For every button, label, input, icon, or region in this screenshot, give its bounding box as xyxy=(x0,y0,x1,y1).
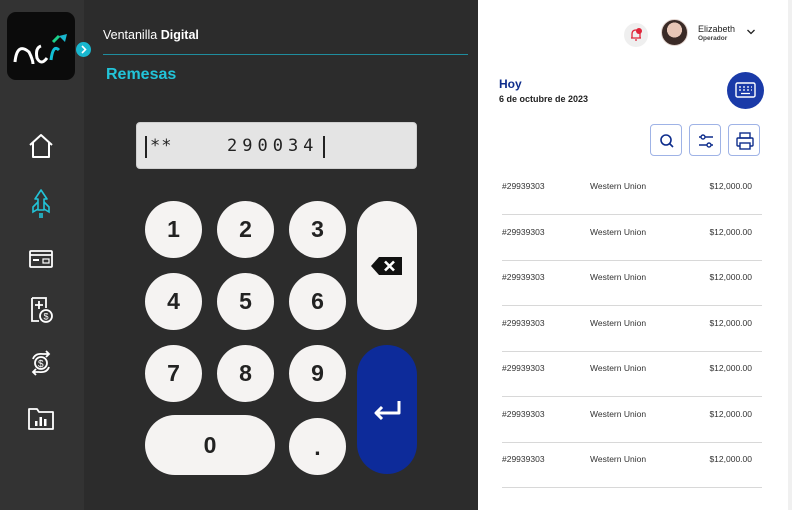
svg-text:$: $ xyxy=(38,359,44,370)
amount-display-input[interactable]: ** 290034 xyxy=(136,122,417,169)
list-title: Hoy xyxy=(499,77,522,91)
key-5[interactable]: 5 xyxy=(217,273,274,330)
display-mask: ** xyxy=(150,136,173,156)
add-payment-document-icon: $ xyxy=(31,297,53,323)
rocket-icon xyxy=(32,189,50,218)
search-icon xyxy=(660,134,674,148)
logo xyxy=(7,12,75,80)
row-id: #29939303 xyxy=(502,181,545,191)
user-role: Operador xyxy=(698,35,728,42)
text-cursor-end xyxy=(323,136,325,158)
notifications-button[interactable] xyxy=(624,23,648,47)
print-icon xyxy=(736,132,754,150)
transactions-panel: Elizabeth Operador Hoy 6 de octubre de 2… xyxy=(478,0,792,510)
list-item[interactable]: #29939303 Western Union $12,000.00 xyxy=(502,215,762,261)
row-amount: $12,000.00 xyxy=(709,363,752,373)
row-id: #29939303 xyxy=(502,454,545,464)
chevron-down-icon[interactable] xyxy=(746,28,756,36)
row-provider: Western Union xyxy=(590,272,647,282)
row-provider: Western Union xyxy=(590,317,647,328)
brand-title: Ventanilla Digital xyxy=(103,28,199,42)
key-9[interactable]: 9 xyxy=(289,345,346,402)
sidebar-item-exchange[interactable]: $ xyxy=(25,347,57,379)
home-icon xyxy=(29,134,53,158)
display-value: 290034 xyxy=(227,136,319,156)
row-amount: $12,000.00 xyxy=(709,226,752,237)
bell-icon xyxy=(631,29,641,41)
print-button[interactable] xyxy=(728,124,760,156)
row-id: #29939303 xyxy=(502,272,545,282)
row-provider: Western Union xyxy=(590,226,647,237)
row-provider: Western Union xyxy=(590,454,647,464)
payment-card-icon xyxy=(29,250,53,268)
scrollbar-track[interactable] xyxy=(788,0,792,510)
row-id: #29939303 xyxy=(502,408,545,419)
avatar[interactable] xyxy=(661,19,688,46)
keyboard-icon xyxy=(735,82,756,98)
key-2[interactable]: 2 xyxy=(217,201,274,258)
row-id: #29939303 xyxy=(502,363,545,373)
enter-icon xyxy=(374,400,401,420)
list-item[interactable]: #29939303 Western Union $12,000.00 xyxy=(502,260,762,306)
key-1[interactable]: 1 xyxy=(145,201,202,258)
sidebar: $ $ xyxy=(0,0,91,510)
list-item[interactable]: #29939303 Western Union $12,000.00 xyxy=(502,397,762,443)
row-provider: Western Union xyxy=(590,363,647,373)
key-0[interactable]: 0 xyxy=(145,415,275,475)
sidebar-item-reports[interactable] xyxy=(25,402,57,434)
expand-sidebar-button[interactable] xyxy=(76,42,91,57)
text-cursor xyxy=(145,136,147,158)
row-amount: $12,000.00 xyxy=(709,317,752,328)
key-7[interactable]: 7 xyxy=(145,345,202,402)
app-root: $ $ Ventanilla Digital Remesas ** 290034… xyxy=(0,0,792,510)
row-provider: Western Union xyxy=(590,181,647,191)
keyboard-button[interactable] xyxy=(727,72,764,109)
sidebar-item-deposits[interactable]: $ xyxy=(25,294,57,326)
reports-folder-icon xyxy=(28,408,54,430)
list-item[interactable]: #29939303 Western Union $12,000.00 xyxy=(502,442,762,488)
divider xyxy=(103,54,468,55)
row-amount: $12,000.00 xyxy=(709,272,752,282)
key-4[interactable]: 4 xyxy=(145,273,202,330)
section-title: Remesas xyxy=(106,66,177,83)
key-decimal[interactable]: . xyxy=(289,418,346,475)
backspace-button[interactable] xyxy=(357,201,417,330)
backspace-icon xyxy=(371,256,402,275)
sidebar-item-payments[interactable] xyxy=(25,243,57,275)
svg-text:$: $ xyxy=(44,312,49,322)
list-date: 6 de octubre de 2023 xyxy=(499,94,589,104)
keypad-panel: Ventanilla Digital Remesas ** 290034 1 2… xyxy=(84,0,478,510)
notification-dot xyxy=(636,28,642,34)
list-item[interactable]: #29939303 Western Union $12,000.00 xyxy=(502,169,762,215)
sidebar-item-remesas[interactable] xyxy=(25,188,57,220)
sidebar-item-home[interactable] xyxy=(25,130,57,162)
row-amount: $12,000.00 xyxy=(709,454,752,464)
row-amount: $12,000.00 xyxy=(709,408,752,419)
search-button[interactable] xyxy=(650,124,682,156)
row-id: #29939303 xyxy=(502,317,545,328)
key-3[interactable]: 3 xyxy=(289,201,346,258)
row-provider: Western Union xyxy=(590,408,647,419)
key-6[interactable]: 6 xyxy=(289,273,346,330)
brand-light-text: Ventanilla xyxy=(103,28,161,42)
brand-bold-text: Digital xyxy=(160,28,199,42)
cash-exchange-icon: $ xyxy=(31,350,51,376)
row-amount: $12,000.00 xyxy=(709,181,752,191)
user-name: Elizabeth xyxy=(698,24,736,34)
list-item[interactable]: #29939303 Western Union $12,000.00 xyxy=(502,306,762,352)
row-id: #29939303 xyxy=(502,226,545,237)
filter-icon xyxy=(699,134,713,148)
enter-button[interactable] xyxy=(357,345,417,474)
chevron-right-icon xyxy=(81,45,87,54)
filter-button[interactable] xyxy=(689,124,721,156)
list-item[interactable]: #29939303 Western Union $12,000.00 xyxy=(502,351,762,397)
key-8[interactable]: 8 xyxy=(217,345,274,402)
